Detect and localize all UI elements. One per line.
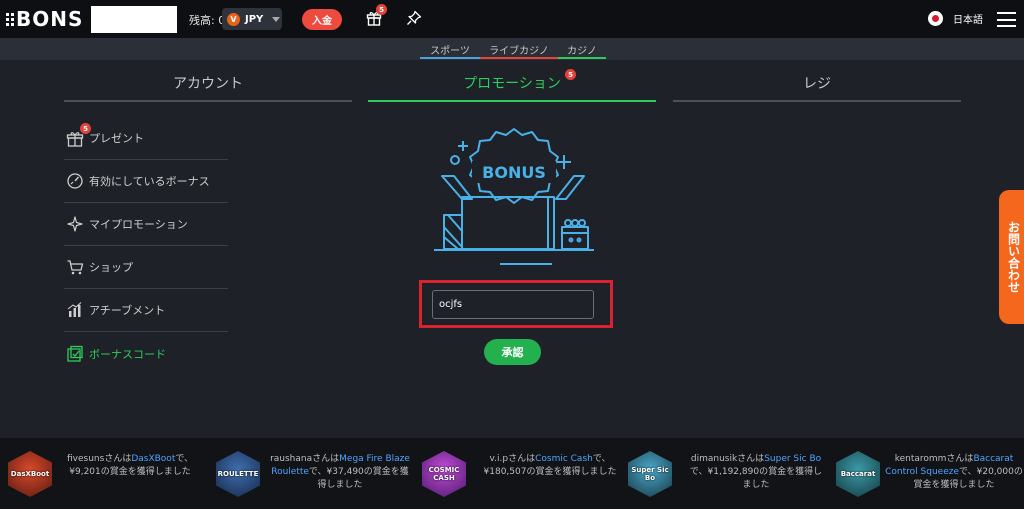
category-live-casino[interactable]: ライブカジノ [480, 42, 558, 57]
language-label: 日本語 [953, 15, 983, 26]
winner-text: raushanaさんはMega Fire Blaze Rouletteで、¥37… [270, 454, 410, 490]
game-thumb-label: COSMIC CASH [428, 466, 460, 482]
sidebar-item-my-promotion[interactable]: マイプロモーション [64, 203, 228, 246]
bonus-code-icon [66, 345, 84, 363]
category-bar: スポーツ ライブカジノ カジノ [0, 38, 1024, 60]
tab-promotion[interactable]: プロモーション 5 [368, 69, 656, 93]
sidebar-item-achievement[interactable]: アチーブメント [64, 289, 228, 332]
chevron-down-icon [272, 16, 281, 22]
gauge-icon [66, 172, 84, 190]
gift-icon: 5 [66, 123, 91, 147]
chart-icon [66, 301, 84, 319]
sidebar-item-label: マイプロモーション [89, 218, 188, 231]
contact-tab[interactable]: お問い合わせ [999, 190, 1024, 324]
approve-button[interactable]: 承認 [484, 339, 541, 365]
game-thumb-label: DasXBoot [10, 470, 50, 478]
sparkle-icon [66, 215, 84, 233]
language-selector[interactable]: 日本語 [918, 11, 983, 26]
winner-text: dimanusikさんはSuper Sic Boで、¥1,192,890の賞金を… [689, 454, 823, 490]
sidebar-item-bonus-code[interactable]: ボーナスコード [64, 332, 228, 375]
sidebar-present-badge: 5 [80, 123, 91, 134]
tab-register-underline [673, 100, 961, 102]
tab-promotion-label: プロモーション [463, 76, 561, 92]
currency-coin-icon: V [227, 12, 240, 26]
japan-flag-icon [928, 11, 943, 26]
sidebar-item-label: ショップ [89, 261, 133, 274]
sidebar-item-shop[interactable]: ショップ [64, 246, 228, 289]
game-thumbnail[interactable]: COSMIC CASH [422, 451, 466, 497]
winners-ticker: DasXBoot fivesunsさんはDasXBootで、¥9,201の賞金を… [0, 438, 1024, 509]
bons-logo[interactable]: BONS [6, 7, 83, 31]
winner-text: kentarommさんはBaccarat Control Squeezeで、¥2… [885, 454, 1023, 490]
game-thumbnail[interactable]: Baccarat [836, 451, 880, 497]
game-thumbnail[interactable]: DasXBoot [8, 451, 52, 497]
game-thumb-label: Super Sic Bo [631, 466, 669, 482]
currency-label: JPY [245, 13, 264, 25]
redacted-username [91, 6, 177, 33]
game-thumbnail[interactable]: ROULETTE [216, 451, 260, 497]
sidebar-item-label: ボーナスコード [89, 347, 166, 361]
tab-promotion-underline [368, 100, 656, 102]
sidebar-item-label: アチーブメント [89, 304, 166, 317]
game-thumbnail[interactable]: Super Sic Bo [628, 451, 672, 497]
bonus-box-illustration: BONUS [434, 128, 594, 265]
tab-account[interactable]: アカウント [64, 73, 352, 93]
bonus-art-text: BONUS [482, 163, 546, 182]
category-sports-underline [420, 57, 480, 59]
top-bar: BONS 残高: 0 V JPY 入金 5 日本語 [0, 0, 1024, 38]
bonus-code-input[interactable] [432, 290, 594, 319]
pin-icon [407, 10, 422, 25]
category-live-casino-underline [480, 57, 558, 59]
category-sports[interactable]: スポーツ [420, 42, 480, 57]
tab-promotion-badge: 5 [565, 69, 576, 80]
sidebar-item-present[interactable]: 5 プレゼント [64, 117, 228, 160]
balance-label: 残高: 0 [189, 14, 226, 27]
currency-selector[interactable]: V JPY [222, 8, 282, 30]
logo-mark-icon [6, 12, 14, 26]
sidebar-item-active-bonus[interactable]: 有効にしているボーナス [64, 160, 228, 203]
winner-text: fivesunsさんはDasXBootで、¥9,201の賞金を獲得しました [67, 454, 193, 477]
contact-label: お問い合わせ [1006, 221, 1021, 293]
tab-register[interactable]: レジ [673, 73, 961, 93]
sidebar-item-label: プレゼント [89, 132, 144, 145]
logo-text: BONS [16, 7, 84, 31]
category-casino-underline [558, 57, 606, 59]
gift-badge: 5 [376, 4, 387, 15]
gift-button[interactable]: 5 [366, 4, 387, 26]
winner-text: v.i.pさんはCosmic Cashで、¥180,507の賞金を獲得しました [483, 454, 617, 477]
game-thumb-label: ROULETTE [217, 470, 259, 478]
deposit-button[interactable]: 入金 [302, 9, 342, 30]
sidebar-item-label: 有効にしているボーナス [89, 175, 210, 188]
favorites-button[interactable] [406, 10, 422, 26]
menu-icon[interactable] [997, 12, 1016, 27]
category-casino[interactable]: カジノ [558, 42, 606, 57]
game-thumb-label: Baccarat [840, 470, 876, 478]
tab-account-underline [64, 100, 352, 102]
cart-icon [66, 258, 84, 276]
